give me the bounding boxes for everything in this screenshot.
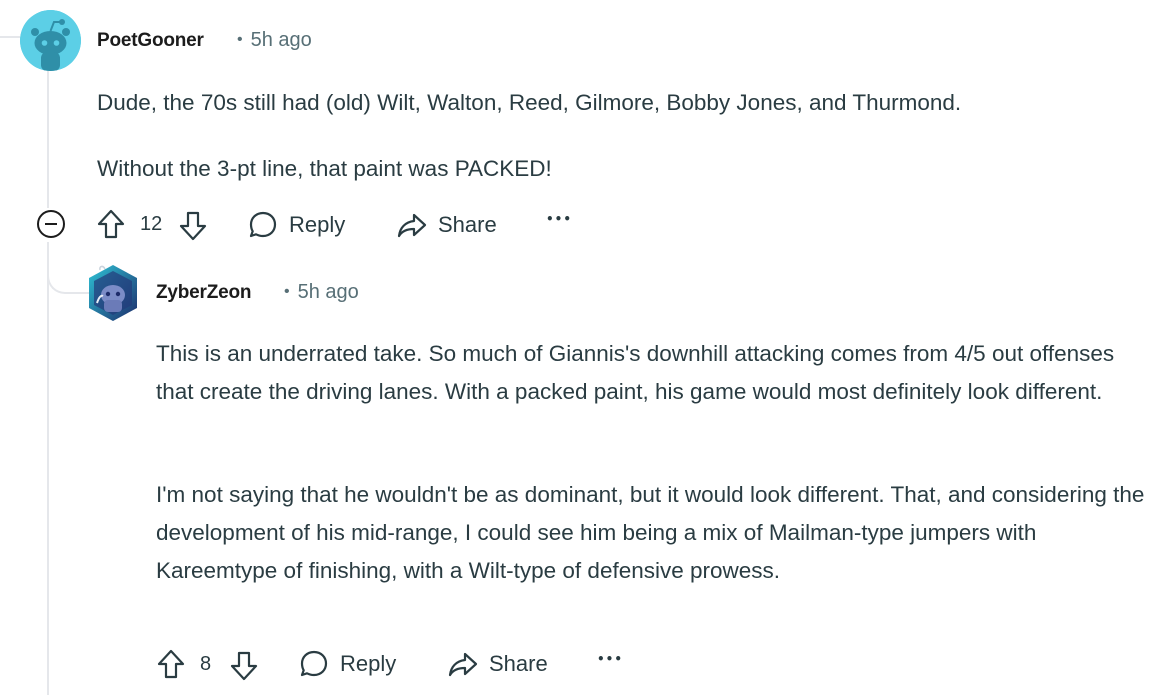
reply-label: Reply	[289, 212, 346, 237]
robot-avatar-icon	[89, 265, 137, 321]
thread-line-bottom	[47, 242, 49, 695]
share-label: Share	[438, 212, 497, 237]
downvote-button[interactable]	[178, 210, 208, 242]
upvote-icon	[96, 208, 126, 240]
downvote-icon	[229, 650, 259, 682]
share-button[interactable]: Share	[397, 210, 497, 240]
reply-button[interactable]: Reply	[299, 649, 396, 679]
more-icon: •••	[546, 212, 573, 226]
comment-paragraph: This is an underrated take. So much of G…	[156, 341, 1115, 404]
share-arrow-icon	[397, 210, 427, 240]
separator-dot: •	[237, 31, 243, 48]
share-button[interactable]: Share	[448, 649, 548, 679]
speech-bubble-icon	[248, 210, 278, 240]
collapse-icon	[45, 223, 57, 225]
thread-line-top	[47, 70, 49, 208]
avatar[interactable]	[85, 263, 141, 323]
reply-label: Reply	[340, 651, 397, 676]
username[interactable]: PoetGooner	[97, 30, 204, 52]
timestamp: • 5h ago	[284, 281, 359, 304]
top-connector	[0, 0, 20, 38]
reply-button[interactable]: Reply	[248, 210, 345, 240]
comment-paragraph: I'm not saying that he wouldn't be as do…	[156, 482, 1145, 583]
speech-bubble-icon	[299, 649, 329, 679]
timestamp: • 5h ago	[237, 29, 312, 52]
more-options-button[interactable]: •••	[546, 212, 572, 226]
more-icon: •••	[597, 652, 624, 666]
share-label: Share	[489, 651, 548, 676]
more-options-button[interactable]: •••	[597, 652, 623, 666]
vote-count: 12	[140, 213, 163, 235]
comment-paragraph: Without the 3-pt line, that paint was PA…	[97, 156, 552, 181]
snoo-avatar-icon	[20, 10, 81, 71]
downvote-icon	[178, 210, 208, 242]
share-arrow-icon	[448, 649, 478, 679]
username[interactable]: ZyberZeon	[156, 282, 252, 304]
upvote-button[interactable]	[156, 648, 186, 680]
vote-count: 8	[200, 653, 212, 675]
avatar[interactable]	[20, 10, 81, 71]
comment-paragraph: Dude, the 70s still had (old) Wilt, Walt…	[97, 90, 962, 115]
time-label: 5h ago	[297, 281, 359, 303]
collapse-button[interactable]	[37, 210, 65, 238]
downvote-button[interactable]	[229, 650, 259, 682]
upvote-button[interactable]	[96, 208, 126, 240]
time-label: 5h ago	[250, 29, 312, 51]
upvote-icon	[156, 648, 186, 680]
separator-dot: •	[284, 283, 290, 300]
